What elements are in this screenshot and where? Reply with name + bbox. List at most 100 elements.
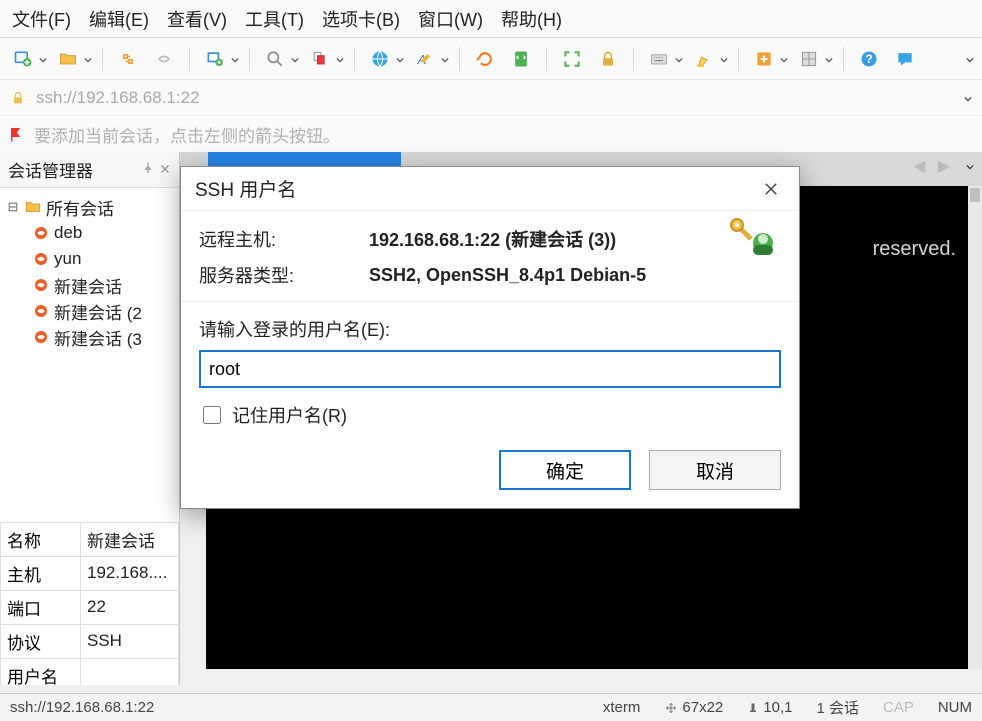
- session-icon: [32, 276, 50, 294]
- tab-overflow-icon[interactable]: [966, 158, 974, 174]
- tab-nav-arrows[interactable]: ◀ ▶: [913, 156, 954, 176]
- chevron-down-icon[interactable]: [396, 51, 404, 67]
- terminal-scrollbar[interactable]: [968, 186, 982, 669]
- menu-window[interactable]: 窗口(W): [418, 6, 483, 32]
- chevron-down-icon[interactable]: [441, 51, 449, 67]
- session-icon: [32, 328, 50, 346]
- hint-text: 要添加当前会话，点击左侧的箭头按钮。: [34, 122, 340, 147]
- remember-username-label: 记住用户名(R): [232, 402, 347, 428]
- cancel-button[interactable]: 取消: [649, 450, 781, 490]
- script-button[interactable]: [506, 44, 536, 74]
- remember-username-input[interactable]: [203, 406, 221, 424]
- menu-edit[interactable]: 编辑(E): [89, 6, 149, 32]
- tree-item[interactable]: 新建会话 (3: [6, 324, 177, 350]
- web-button[interactable]: [365, 44, 395, 74]
- ok-button[interactable]: 确定: [499, 450, 631, 490]
- tree-root-label: 所有会话: [46, 195, 114, 220]
- status-caps: CAP: [883, 699, 914, 716]
- address-text: ssh://192.168.68.1:22: [36, 88, 200, 108]
- tree-item-label: deb: [54, 223, 82, 243]
- menu-file[interactable]: 文件(F): [12, 6, 71, 32]
- session-properties: 名称新建会话 主机192.168.... 端口22 协议SSH 用户名 说明: [0, 522, 179, 686]
- status-bar: ssh://192.168.68.1:22 xterm 67x22 10,1 1…: [0, 693, 982, 721]
- close-icon[interactable]: [757, 175, 785, 203]
- chevron-down-icon[interactable]: [291, 51, 299, 67]
- tree-item-label: 新建会话 (2: [54, 299, 142, 324]
- prop-row-user: 用户名: [1, 658, 179, 685]
- bookmark-flag-icon[interactable]: [8, 125, 26, 143]
- menu-tools[interactable]: 工具(T): [245, 6, 304, 32]
- chevron-down-icon[interactable]: [780, 51, 788, 67]
- close-icon[interactable]: [159, 160, 171, 180]
- lock-button[interactable]: [593, 44, 623, 74]
- chevron-down-icon[interactable]: [84, 51, 92, 67]
- menu-help[interactable]: 帮助(H): [501, 6, 562, 32]
- chevron-down-icon[interactable]: [675, 51, 683, 67]
- ssh-username-dialog: SSH 用户名 远程主机: 192.168.68.1:22 (新建会话 (3))…: [180, 166, 800, 509]
- username-prompt: 请输入登录的用户名(E):: [199, 316, 781, 342]
- feedback-button[interactable]: [890, 44, 920, 74]
- lock-icon: [10, 90, 26, 106]
- panel-title: 会话管理器: [8, 157, 93, 182]
- copy-paste-button[interactable]: [305, 44, 335, 74]
- disconnect-button[interactable]: [149, 44, 179, 74]
- remote-host-value: 192.168.68.1:22 (新建会话 (3)): [369, 226, 616, 252]
- status-cursor: 10,1: [747, 699, 792, 716]
- server-type-value: SSH2, OpenSSH_8.4p1 Debian-5: [369, 265, 646, 286]
- server-type-label: 服务器类型:: [199, 262, 369, 288]
- reconnect-button[interactable]: [113, 44, 143, 74]
- properties-button[interactable]: [200, 44, 230, 74]
- hint-bar: 要添加当前会话，点击左侧的箭头按钮。: [0, 116, 982, 152]
- refresh-button[interactable]: [470, 44, 500, 74]
- tree-root[interactable]: ⊟ 所有会话: [6, 194, 177, 220]
- status-session-count: 1 会话: [816, 697, 859, 718]
- tree-item[interactable]: deb: [6, 220, 177, 246]
- session-icon: [32, 224, 50, 242]
- collapse-icon[interactable]: ⊟: [6, 199, 20, 215]
- status-size: 67x22: [664, 699, 723, 716]
- session-tree[interactable]: ⊟ 所有会话 deb yun 新建会话 新建会话 (2: [0, 188, 179, 358]
- ssh-key-user-icon: [729, 217, 783, 264]
- toolbar-overflow-icon[interactable]: [966, 51, 974, 67]
- tree-item-label: yun: [54, 249, 81, 269]
- chevron-down-icon[interactable]: [39, 51, 47, 67]
- address-bar[interactable]: ssh://192.168.68.1:22: [0, 80, 982, 116]
- panel-header: 会话管理器: [0, 152, 179, 188]
- tree-item[interactable]: 新建会话: [6, 272, 177, 298]
- prop-row-proto: 协议SSH: [1, 624, 179, 658]
- chevron-down-icon[interactable]: [825, 51, 833, 67]
- address-history-icon[interactable]: [964, 88, 972, 108]
- layout-button[interactable]: [794, 44, 824, 74]
- chevron-down-icon[interactable]: [231, 51, 239, 67]
- add-pane-button[interactable]: [749, 44, 779, 74]
- chevron-down-icon[interactable]: [720, 51, 728, 67]
- svg-text:?: ?: [865, 53, 872, 66]
- open-button[interactable]: [53, 44, 83, 74]
- pin-icon[interactable]: [141, 160, 155, 180]
- tree-item[interactable]: 新建会话 (2: [6, 298, 177, 324]
- highlight-button[interactable]: [689, 44, 719, 74]
- toolbar: A ?: [0, 38, 982, 80]
- menu-tabs[interactable]: 选项卡(B): [322, 6, 400, 32]
- fullscreen-button[interactable]: [557, 44, 587, 74]
- username-input[interactable]: [199, 350, 781, 388]
- menu-view[interactable]: 查看(V): [167, 6, 227, 32]
- remember-username-checkbox[interactable]: 记住用户名(R): [199, 402, 781, 428]
- prop-row-port: 端口22: [1, 590, 179, 624]
- keyboard-button[interactable]: [644, 44, 674, 74]
- tree-item-label: 新建会话 (3: [54, 325, 142, 350]
- font-button[interactable]: A: [410, 44, 440, 74]
- tree-item[interactable]: yun: [6, 246, 177, 272]
- remote-host-label: 远程主机:: [199, 226, 369, 252]
- status-address: ssh://192.168.68.1:22: [10, 699, 154, 716]
- find-button[interactable]: [260, 44, 290, 74]
- help-button[interactable]: ?: [854, 44, 884, 74]
- menu-bar: 文件(F) 编辑(E) 查看(V) 工具(T) 选项卡(B) 窗口(W) 帮助(…: [0, 0, 982, 38]
- status-term-type: xterm: [603, 699, 641, 716]
- new-session-button[interactable]: [8, 44, 38, 74]
- session-icon: [32, 250, 50, 268]
- session-icon: [32, 302, 50, 320]
- chevron-down-icon[interactable]: [336, 51, 344, 67]
- prop-row-name: 名称新建会话: [1, 522, 179, 556]
- dialog-title: SSH 用户名: [195, 175, 296, 202]
